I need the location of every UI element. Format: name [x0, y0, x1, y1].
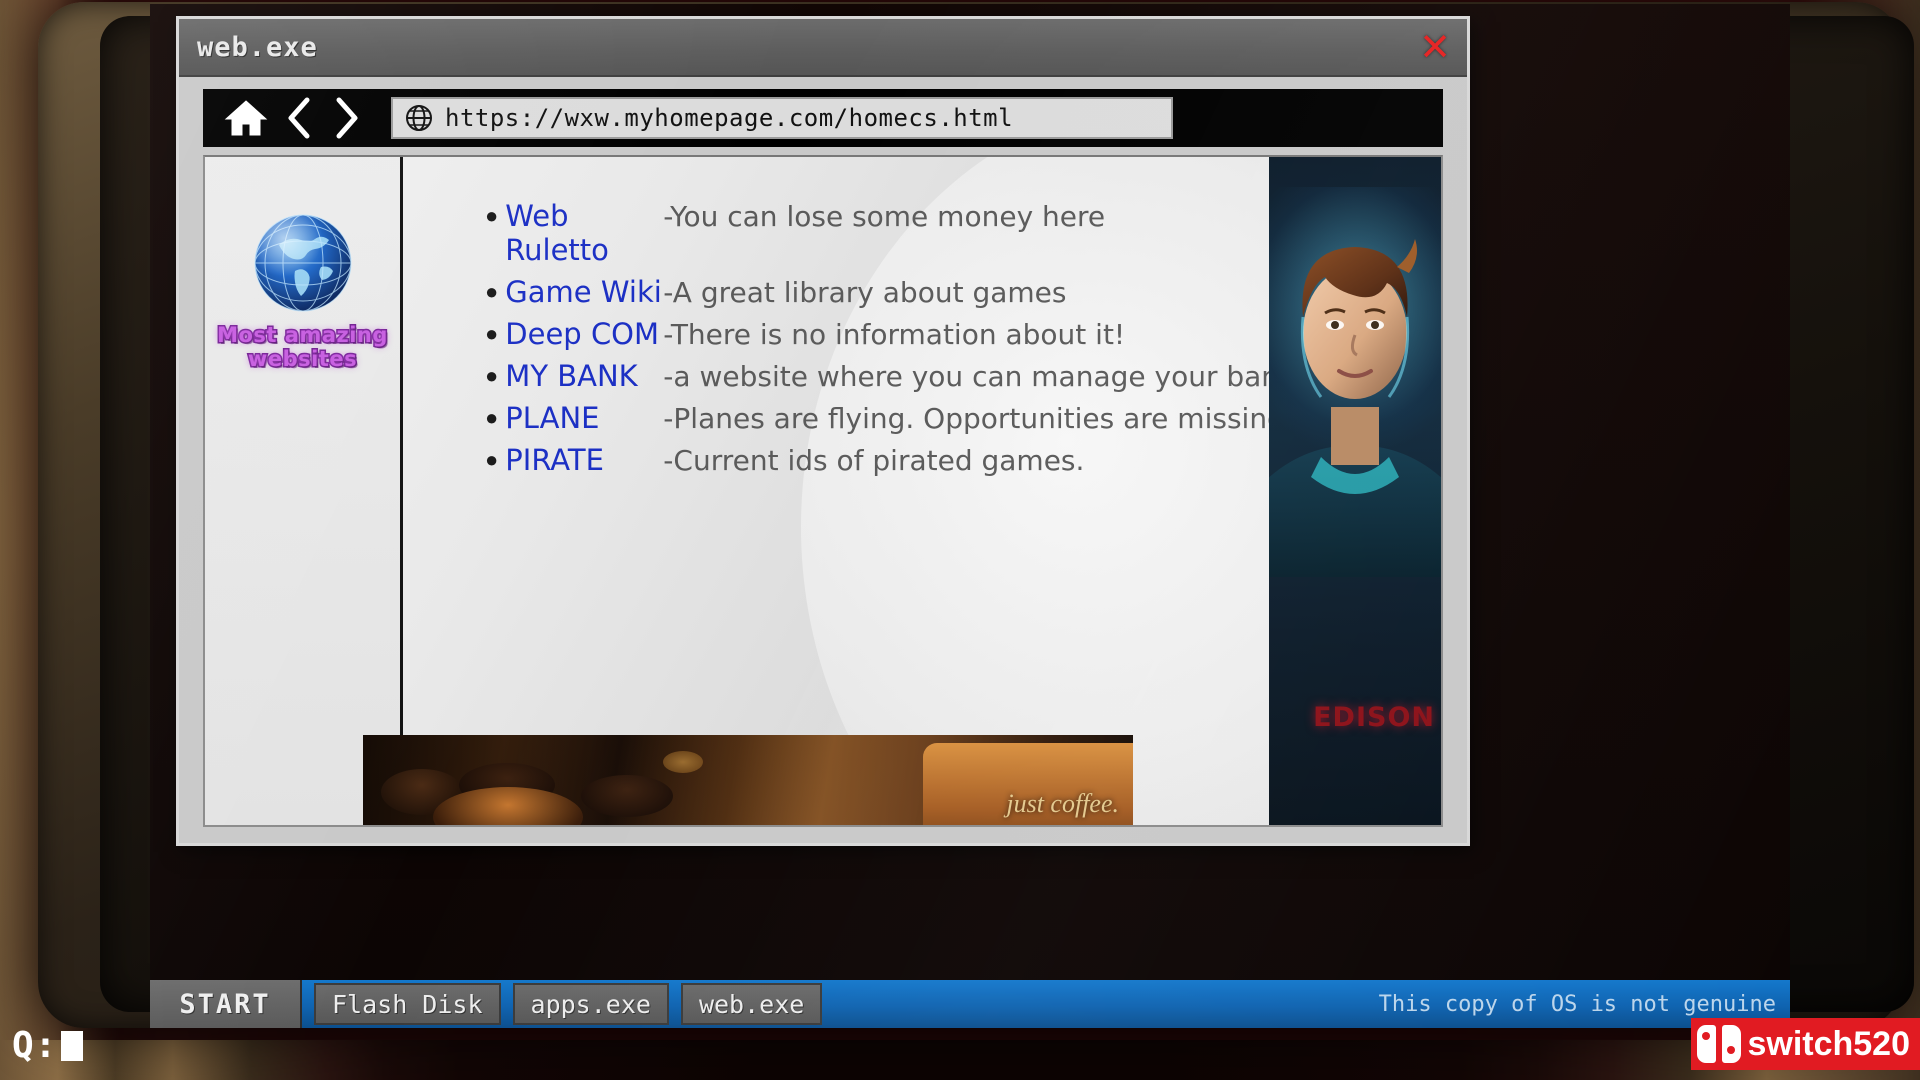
browser-toolbar: https://wxw.myhomepage.com/homecs.html — [203, 89, 1443, 147]
close-icon[interactable]: ✕ — [1419, 28, 1451, 66]
link-plane[interactable]: PLANE — [505, 401, 663, 435]
taskbar-item-web-exe[interactable]: web.exe — [680, 983, 823, 1025]
sidebar-heading: Most amazing websites — [216, 321, 389, 372]
link-my-bank[interactable]: MY BANK — [505, 359, 663, 393]
link-pirate[interactable]: PIRATE — [505, 443, 663, 477]
banner-caption: just coffee. — [1006, 789, 1119, 818]
q-drive-prompt: Q: — [12, 1025, 84, 1066]
link-web-ruletto[interactable]: Web Ruletto — [505, 199, 663, 267]
url-text: https://wxw.myhomepage.com/homecs.html — [445, 104, 1014, 132]
coffee-ad-banner[interactable]: just coffee. — [363, 735, 1133, 825]
link-description: -A great library about games — [663, 276, 1067, 309]
bullet-icon: ● — [485, 203, 499, 228]
bullet-icon: ● — [485, 405, 499, 430]
joycon-left-icon — [1697, 1025, 1717, 1063]
back-chevron-icon[interactable] — [277, 95, 323, 141]
page-sidebar: Most amazing websites — [205, 157, 403, 825]
link-description: -You can lose some money here — [663, 200, 1106, 233]
link-description: -Current ids of pirated games. — [663, 444, 1085, 477]
bullet-icon: ● — [485, 321, 499, 346]
edison-label: EDISON — [1313, 702, 1435, 733]
text-cursor — [61, 1030, 84, 1061]
watermark-text: switch520 — [1747, 1024, 1910, 1063]
webpage-viewport: Most amazing websites ● Web Ruletto -You… — [203, 155, 1443, 827]
url-bar[interactable]: https://wxw.myhomepage.com/homecs.html — [391, 97, 1173, 139]
globe-icon — [405, 104, 433, 132]
start-button[interactable]: START — [150, 980, 302, 1028]
switch520-watermark: switch520 — [1691, 1018, 1920, 1070]
window-titlebar[interactable]: web.exe ✕ — [179, 19, 1467, 77]
os-desktop: web.exe ✕ https://wxw.myhomepage.com/hom… — [150, 4, 1790, 1028]
taskbar: START Flash Disk apps.exe web.exe This c… — [150, 980, 1790, 1028]
edison-portrait-panel: EDISON — [1269, 157, 1441, 825]
bullet-icon: ● — [485, 279, 499, 304]
taskbar-item-apps-exe[interactable]: apps.exe — [512, 983, 669, 1025]
q-drive-prompt-text: Q: — [12, 1025, 58, 1066]
link-description: -Planes are flying. Opportunities are mi… — [663, 402, 1303, 435]
link-deep-com[interactable]: Deep COM — [505, 317, 663, 351]
window-title: web.exe — [197, 31, 318, 63]
joycon-right-icon — [1722, 1025, 1742, 1063]
link-description: -There is no information about it! — [663, 318, 1126, 351]
bullet-icon: ● — [485, 447, 499, 472]
web-exe-window: web.exe ✕ https://wxw.myhomepage.com/hom… — [176, 16, 1470, 846]
world-globe-icon — [249, 209, 357, 317]
monitor-screen: web.exe ✕ https://wxw.myhomepage.com/hom… — [150, 4, 1790, 1028]
link-game-wiki[interactable]: Game Wiki — [505, 275, 663, 309]
os-not-genuine-notice: This copy of OS is not genuine — [1378, 991, 1776, 1017]
home-icon[interactable] — [215, 95, 277, 141]
browser-toolbar-area: https://wxw.myhomepage.com/homecs.html — [179, 77, 1467, 155]
forward-chevron-icon[interactable] — [323, 95, 369, 141]
bullet-icon: ● — [485, 363, 499, 388]
taskbar-item-flash-disk[interactable]: Flash Disk — [314, 983, 501, 1025]
